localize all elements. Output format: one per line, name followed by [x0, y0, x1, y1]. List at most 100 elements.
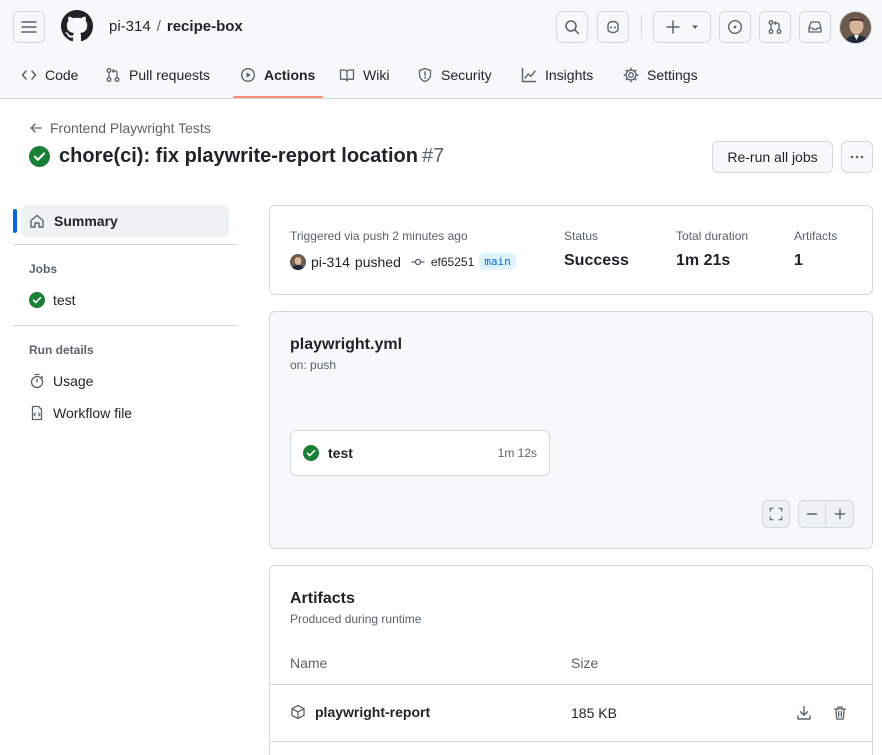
job-card-name: test [328, 445, 353, 461]
gear-icon [623, 67, 639, 83]
tab-wiki-label: Wiki [363, 67, 390, 83]
artifact-link[interactable]: playwright-report [290, 704, 430, 720]
status-value: Success [564, 252, 629, 269]
git-pull-request-icon [106, 68, 120, 82]
table-row: playwright-report 185 KB [270, 685, 872, 742]
tab-security-label: Security [441, 67, 492, 83]
zoom-in-button[interactable] [826, 501, 853, 527]
tab-settings[interactable]: Settings [623, 64, 698, 86]
artifacts-title: Artifacts [290, 590, 355, 607]
trash-icon [833, 706, 847, 720]
git-commit-icon [411, 258, 425, 265]
dash-icon [806, 513, 818, 515]
fullscreen-button[interactable] [762, 500, 790, 528]
commit-sha-link[interactable]: ef65251 [431, 255, 474, 269]
triangle-down-icon [691, 25, 698, 29]
screen-full-icon [769, 507, 783, 521]
tab-insights[interactable]: Insights [521, 64, 593, 86]
artifacts-subtitle: Produced during runtime [290, 612, 422, 626]
artifacts-card: Artifacts Produced during runtime Name S… [269, 565, 873, 755]
issue-opened-icon [727, 19, 743, 35]
user-avatar[interactable] [839, 11, 872, 44]
triggered-label: Triggered via push 2 minutes ago [290, 229, 468, 243]
plus-icon [665, 20, 680, 34]
active-tab-indicator [233, 96, 323, 98]
file-code-icon [31, 405, 43, 421]
more-options-button[interactable] [841, 141, 873, 173]
workflow-trigger: on: push [290, 358, 337, 372]
create-new-button[interactable] [653, 11, 711, 43]
job-card-test[interactable]: test 1m 12s [290, 430, 550, 476]
back-link-label: Frontend Playwright Tests [50, 120, 211, 136]
plus-icon [834, 508, 845, 520]
header-divider [641, 15, 642, 39]
repo-breadcrumb: pi-314 / recipe-box [109, 18, 243, 36]
jobs-heading: Jobs [29, 262, 58, 276]
sidebar-item-summary[interactable]: Summary [21, 205, 229, 237]
duration-value: 1m 21s [676, 252, 731, 269]
job-card-duration: 1m 12s [497, 446, 537, 460]
rerun-all-jobs-button[interactable]: Re-run all jobs [712, 141, 833, 173]
repo-owner-link[interactable]: pi-314 [109, 18, 151, 35]
duration-label: Total duration [676, 229, 749, 243]
column-header-size: Size [571, 655, 599, 671]
pushed-label: pushed [354, 253, 401, 270]
delete-artifact-button[interactable] [832, 705, 848, 721]
tab-code[interactable]: Code [21, 64, 78, 86]
artifacts-count-label: Artifacts [794, 229, 838, 243]
tab-insights-label: Insights [545, 67, 594, 83]
download-artifact-button[interactable] [796, 705, 812, 721]
back-to-workflow-link[interactable]: Frontend Playwright Tests [29, 119, 211, 137]
copilot-button[interactable] [597, 11, 629, 43]
zoom-controls [798, 500, 854, 528]
sidebar-summary-label: Summary [54, 213, 118, 229]
home-icon [30, 214, 44, 228]
sidebar-workflow-file-label: Workflow file [53, 405, 133, 421]
sidebar-divider [13, 325, 237, 326]
run-details-heading: Run details [29, 343, 94, 357]
branch-badge[interactable]: main [479, 253, 516, 270]
sidebar-job-label: test [53, 292, 76, 308]
run-title: chore(ci): fix playwrite-report location [59, 145, 418, 167]
tab-security[interactable]: Security [417, 64, 492, 86]
menu-button[interactable] [13, 11, 45, 43]
search-icon [565, 20, 580, 35]
tab-pull-requests[interactable]: Pull requests [105, 64, 210, 86]
sidebar-item-job-test[interactable]: test [29, 292, 76, 308]
sidebar-divider [13, 244, 237, 245]
rerun-button-label: Re-run all jobs [727, 149, 818, 165]
workflow-graph-card: playwright.yml on: push test 1m 12s [269, 311, 873, 549]
repo-name-link[interactable]: recipe-box [167, 18, 243, 35]
tab-wiki[interactable]: Wiki [339, 64, 389, 86]
shield-icon [418, 67, 432, 83]
tab-actions[interactable]: Actions [240, 64, 315, 86]
run-summary-card: Triggered via push 2 minutes ago pi-314 … [269, 205, 873, 295]
issues-button[interactable] [719, 11, 751, 43]
artifact-size: 185 KB [571, 705, 617, 721]
active-nav-marker [13, 209, 17, 233]
download-icon [797, 705, 811, 720]
stopwatch-icon [30, 373, 44, 389]
page-title: chore(ci): fix playwrite-report location… [29, 145, 444, 168]
check-circle-fill-icon [303, 445, 319, 461]
zoom-out-button[interactable] [799, 501, 826, 527]
inbox-button[interactable] [799, 11, 831, 43]
book-icon [339, 69, 355, 82]
tab-pull-requests-label: Pull requests [129, 67, 210, 83]
search-button[interactable] [556, 11, 588, 43]
pull-requests-button[interactable] [759, 11, 791, 43]
sidebar-item-workflow-file[interactable]: Workflow file [29, 405, 132, 421]
github-logo-icon[interactable] [61, 10, 93, 42]
breadcrumb-separator: / [156, 18, 161, 35]
run-number: #7 [421, 145, 445, 167]
artifact-name: playwright-report [315, 704, 431, 720]
code-icon [21, 70, 37, 80]
actor-avatar[interactable] [290, 253, 306, 270]
workflow-file-name: playwright.yml [290, 336, 403, 353]
tab-settings-label: Settings [647, 67, 698, 83]
actor-name[interactable]: pi-314 [311, 254, 350, 270]
app-header: pi-314 / recipe-box Code Pull requests Act… [0, 0, 882, 99]
sidebar-item-usage[interactable]: Usage [29, 373, 93, 389]
hamburger-icon [21, 21, 37, 33]
artifacts-count-value[interactable]: 1 [794, 252, 803, 270]
